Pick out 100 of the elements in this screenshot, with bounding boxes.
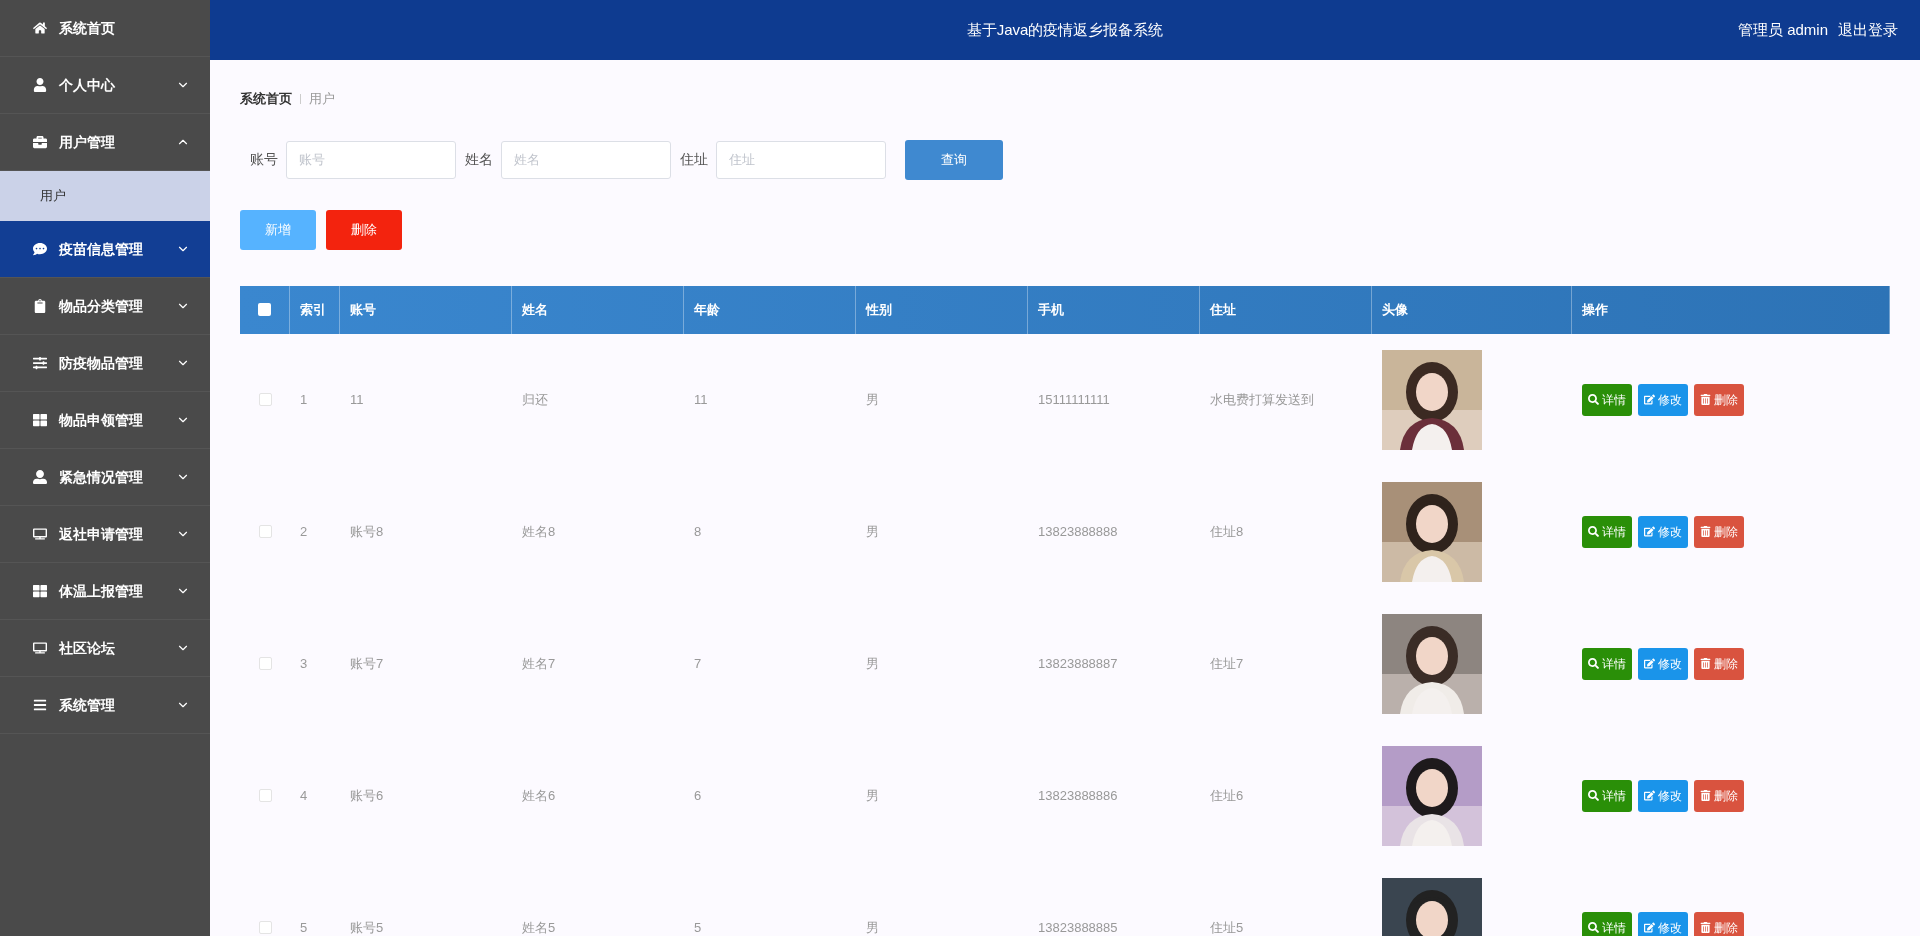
logout-link[interactable]: 退出登录 (1838, 18, 1898, 42)
app-title: 基于Java的疫情返乡报备系统 (966, 19, 1164, 40)
sidebar-item[interactable]: 返社申请管理 (0, 506, 210, 563)
table-cell-text: 男 (866, 390, 879, 409)
edit-icon (1644, 526, 1655, 537)
search-field[interactable]: 账号 (286, 140, 456, 179)
sidebar-item[interactable]: 紧急情况管理 (0, 449, 210, 506)
column-header: 头像 (1382, 300, 1408, 319)
table-cell-text: 1 (300, 390, 308, 409)
detail-button[interactable]: 详情 (1582, 515, 1632, 548)
search-field[interactable]: 姓名 (501, 140, 671, 179)
sidebar-item[interactable]: 物品申领管理 (0, 392, 210, 449)
table-cell-text: 13823888887 (1038, 654, 1118, 673)
delete-button[interactable]: 删除 (326, 209, 402, 250)
table-cell-text: 8 (694, 522, 702, 541)
search-icon (1588, 790, 1599, 801)
search-button[interactable]: 查询 (905, 139, 1003, 180)
table-cell-text: 5 (300, 918, 308, 936)
select-all-checkbox[interactable] (258, 303, 271, 316)
table-cell-text: 姓名7 (522, 654, 556, 673)
table-cell-text: 账号7 (350, 654, 384, 673)
user-label: 管理员 admin (1737, 19, 1828, 40)
row-checkbox[interactable] (258, 393, 272, 406)
table-cell-text: 住址8 (1210, 522, 1244, 541)
trash-icon (1700, 922, 1711, 933)
edit-button[interactable]: 修改 (1638, 383, 1688, 416)
sidebar-item[interactable]: 防疫物品管理 (0, 335, 210, 392)
edit-button[interactable]: 修改 (1638, 779, 1688, 812)
breadcrumb-item: 用户 (309, 90, 335, 108)
row-checkbox[interactable] (258, 789, 272, 802)
menu-icon (33, 698, 47, 712)
edit-icon (1644, 394, 1655, 405)
briefcase-icon (33, 135, 47, 149)
column-header: 性别 (866, 300, 892, 319)
sidebar-item[interactable]: 疫苗信息管理 (0, 221, 210, 278)
table-cell-text: 男 (866, 786, 879, 805)
edit-icon (1644, 922, 1655, 933)
delete-button[interactable]: 删除 (1694, 515, 1744, 548)
search-icon (1588, 658, 1599, 669)
sidebar-item[interactable]: 系统管理 (0, 677, 210, 734)
search-icon (1588, 394, 1599, 405)
table-cell-text: 6 (694, 786, 702, 805)
field-label: 账号 (250, 150, 278, 169)
edit-icon (1644, 790, 1655, 801)
table-cell-text: 13823888885 (1038, 918, 1118, 936)
delete-button[interactable]: 删除 (1694, 647, 1744, 680)
table-cell-text: 4 (300, 786, 308, 805)
column-header: 账号 (350, 300, 376, 319)
search-icon (1588, 922, 1599, 933)
search-field[interactable]: 住址 (716, 140, 886, 179)
edit-button[interactable]: 修改 (1638, 515, 1688, 548)
row-checkbox[interactable] (258, 921, 272, 934)
detail-button[interactable]: 详情 (1582, 383, 1632, 416)
sidebar-item[interactable]: 社区论坛 (0, 620, 210, 677)
add-button[interactable]: 新增 (240, 209, 316, 250)
row-checkbox[interactable] (258, 657, 272, 670)
edit-button[interactable]: 修改 (1638, 647, 1688, 680)
detail-button[interactable]: 详情 (1582, 779, 1632, 812)
table-cell-text: 账号5 (350, 918, 384, 936)
monitor-icon (33, 527, 47, 541)
grid-icon (33, 413, 47, 427)
table-cell-text: 13823888886 (1038, 786, 1118, 805)
sidebar-item[interactable]: 个人中心 (0, 57, 210, 114)
table-cell-text: 水电费打算发送到 (1210, 390, 1314, 409)
chat-icon (33, 242, 47, 256)
table-cell-text: 姓名8 (522, 522, 556, 541)
column-header: 姓名 (522, 300, 548, 319)
column-header: 住址 (1210, 300, 1236, 319)
table-cell-text: 男 (866, 918, 879, 936)
trash-icon (1700, 394, 1711, 405)
table-cell-text: 住址7 (1210, 654, 1244, 673)
table-cell-text: 11 (694, 390, 708, 409)
delete-button[interactable]: 删除 (1694, 911, 1744, 936)
sidebar-item[interactable]: 体温上报管理 (0, 563, 210, 620)
table-cell-text: 男 (866, 522, 879, 541)
table-cell-text: 姓名6 (522, 786, 556, 805)
edit-button[interactable]: 修改 (1638, 911, 1688, 936)
clipboard-icon (33, 299, 47, 313)
sidebar-subitem[interactable]: 用户 (0, 171, 210, 221)
sidebar-item[interactable]: 物品分类管理 (0, 278, 210, 335)
table-cell-text: 住址5 (1210, 918, 1244, 936)
detail-button[interactable]: 详情 (1582, 647, 1632, 680)
delete-button[interactable]: 删除 (1694, 383, 1744, 416)
breadcrumb-item[interactable]: 系统首页 (240, 89, 292, 109)
user-icon (33, 470, 47, 484)
row-checkbox[interactable] (258, 525, 272, 538)
field-label: 姓名 (465, 150, 493, 169)
column-header: 操作 (1582, 300, 1608, 319)
table-cell-text: 11 (350, 390, 364, 409)
delete-button[interactable]: 删除 (1694, 779, 1744, 812)
sliders-icon (33, 356, 47, 370)
table-cell-text: 3 (300, 654, 308, 673)
table-cell-text: 归还 (522, 390, 548, 409)
table-cell-text: 住址6 (1210, 786, 1244, 805)
detail-button[interactable]: 详情 (1582, 911, 1632, 936)
home-icon (33, 21, 47, 35)
table-cell-text: 账号6 (350, 786, 384, 805)
trash-icon (1700, 526, 1711, 537)
trash-icon (1700, 658, 1711, 669)
table-cell-text: 5 (694, 918, 702, 936)
